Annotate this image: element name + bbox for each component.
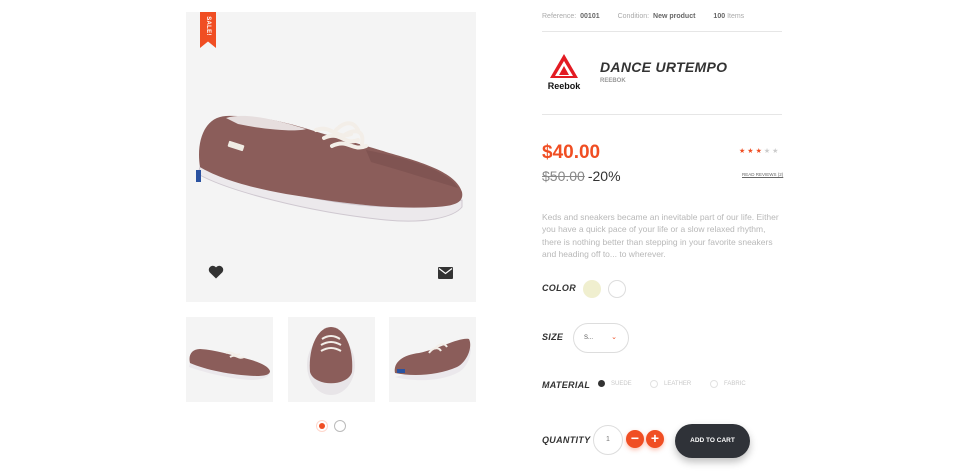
current-price: $40.00 bbox=[542, 142, 601, 163]
reference-label: Reference: bbox=[542, 13, 577, 20]
material-option-label: LEATHER bbox=[664, 381, 692, 387]
quantity-increase-button[interactable]: + bbox=[646, 430, 664, 448]
size-select[interactable]: S... ⌄ bbox=[573, 323, 629, 353]
product-meta: Reference: 00101 Condition: New product … bbox=[542, 13, 782, 20]
condition: Condition: New product bbox=[618, 13, 696, 20]
stock: 100 Items bbox=[713, 13, 744, 20]
brand-logo[interactable]: Reebok bbox=[542, 52, 586, 92]
color-swatch-white[interactable] bbox=[608, 280, 626, 298]
thumbnail-shoe-image bbox=[394, 338, 471, 381]
radio[interactable] bbox=[710, 380, 718, 388]
product-description: Keds and sneakers became an inevitable p… bbox=[542, 212, 779, 260]
mail-icon[interactable] bbox=[438, 266, 453, 279]
gallery-pager bbox=[316, 420, 346, 432]
old-price-row: $50.00 -20% bbox=[542, 168, 621, 184]
material-option-label: FABRIC bbox=[724, 381, 746, 387]
thumbnail-back-view[interactable] bbox=[389, 317, 476, 402]
pager-dot-2[interactable] bbox=[334, 420, 346, 432]
chevron-down-icon: ⌄ bbox=[611, 334, 617, 341]
size-select-value: S... bbox=[584, 335, 594, 341]
radio-selected[interactable] bbox=[598, 380, 605, 387]
pager-dot-1[interactable] bbox=[316, 420, 328, 432]
star-icon: ★ bbox=[763, 148, 771, 155]
old-price: $50.00 bbox=[542, 168, 585, 184]
rating-stars: ★ ★ ★ ★ ★ bbox=[739, 148, 778, 155]
star-icon: ★ bbox=[772, 148, 779, 155]
star-icon: ★ bbox=[755, 148, 762, 155]
reference: Reference: 00101 bbox=[542, 13, 600, 20]
add-to-cart-button[interactable]: ADD TO CART bbox=[675, 424, 750, 458]
stock-label: Items bbox=[727, 13, 745, 20]
material-option-fabric[interactable]: FABRIC bbox=[710, 380, 746, 388]
color-swatch-cream[interactable] bbox=[583, 280, 601, 298]
material-option-leather[interactable]: LEATHER bbox=[650, 380, 691, 388]
read-reviews-link[interactable]: READ REVIEWS (2) bbox=[742, 172, 783, 177]
size-label: SIZE bbox=[542, 332, 564, 342]
radio[interactable] bbox=[650, 380, 658, 388]
thumbnail-side-view[interactable] bbox=[186, 317, 273, 402]
main-product-image[interactable]: SALE! bbox=[186, 12, 476, 302]
thumbnail-shoe-image bbox=[189, 349, 270, 380]
star-icon: ★ bbox=[747, 148, 754, 155]
condition-value: New product bbox=[653, 13, 696, 20]
brand-logo-text: Reebok bbox=[548, 81, 582, 91]
shoe-image bbox=[196, 115, 463, 222]
star-icon: ★ bbox=[739, 148, 746, 155]
stock-count: 100 bbox=[713, 13, 726, 20]
material-option-suede[interactable]: SUEDE bbox=[598, 380, 632, 387]
thumbnail-front-view[interactable] bbox=[288, 317, 375, 402]
discount-percent: -20% bbox=[587, 168, 621, 184]
material-option-label: SUEDE bbox=[611, 380, 632, 387]
product-brand[interactable]: REEBOK bbox=[600, 78, 626, 84]
reference-value: 00101 bbox=[580, 13, 600, 20]
quantity-decrease-button[interactable]: − bbox=[626, 430, 644, 448]
divider bbox=[542, 31, 782, 32]
divider bbox=[542, 114, 782, 115]
material-label: MATERIAL bbox=[542, 380, 591, 390]
quantity-input[interactable]: 1 bbox=[593, 425, 623, 455]
condition-label: Condition: bbox=[617, 13, 650, 20]
color-label: COLOR bbox=[542, 283, 576, 293]
wishlist-heart-icon[interactable] bbox=[208, 265, 224, 279]
product-title: DANCE URTEMPO bbox=[600, 59, 728, 75]
quantity-label: QUANTITY bbox=[542, 435, 591, 445]
thumbnail-shoe-image bbox=[307, 327, 355, 395]
